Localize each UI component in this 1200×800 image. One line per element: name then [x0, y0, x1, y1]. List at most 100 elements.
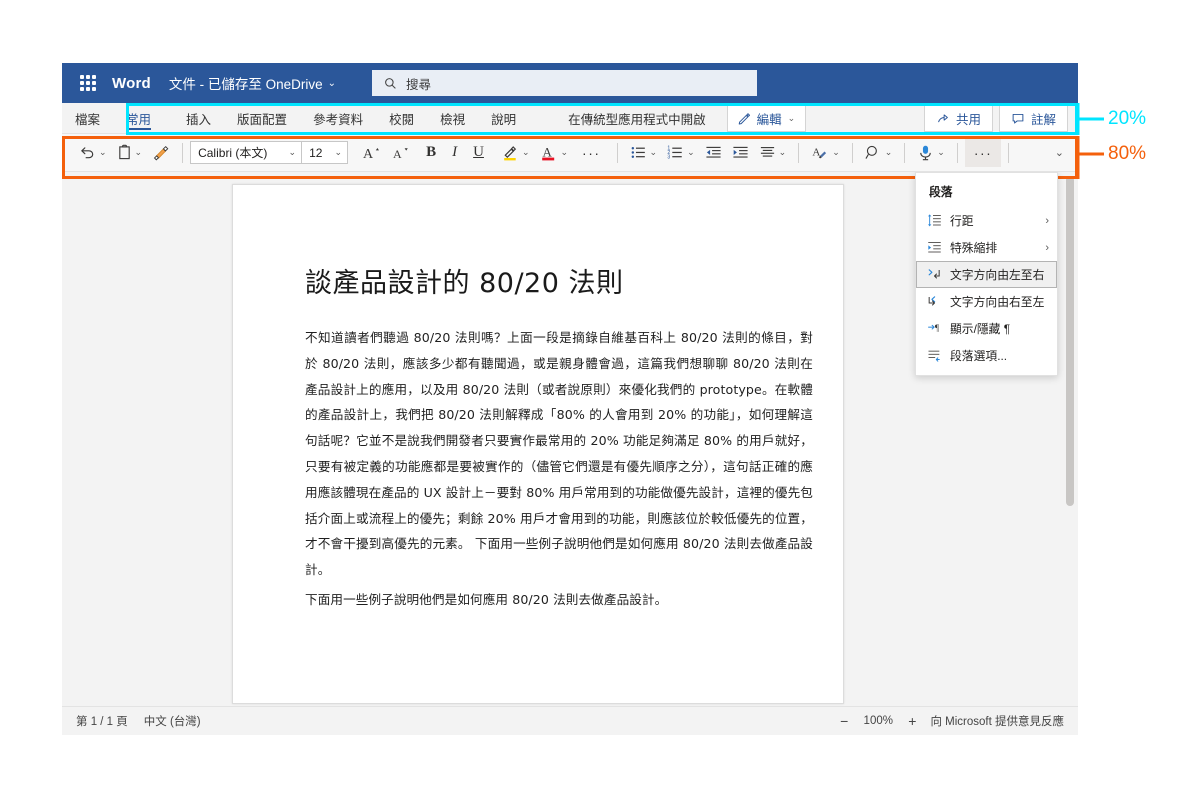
search-input[interactable]: 搜尋 [372, 70, 757, 96]
document-title[interactable]: 文件 - 已儲存至 OneDrive ⌄ [169, 73, 336, 93]
font-name-select[interactable]: Calibri (本文) ⌄ [190, 141, 303, 164]
toolbar-divider [956, 142, 958, 163]
tab-label: 版面配置 [237, 112, 288, 127]
menu-item-special-indent[interactable]: 特殊縮排 › [916, 234, 1057, 261]
tab-file[interactable]: 檔案 [62, 103, 113, 133]
language-indicator[interactable]: 中文 (台灣) [144, 713, 201, 729]
microphone-icon [920, 145, 932, 161]
toolbar-divider [851, 142, 853, 163]
increase-indent-button[interactable] [727, 139, 754, 167]
more-commands-button[interactable]: ··· [964, 138, 1002, 167]
styles-button[interactable]: A ⌄ [806, 139, 845, 167]
paste-button[interactable]: ⌄ [112, 139, 148, 167]
menu-item-rtl-text-direction[interactable]: 文字方向由右至左 [916, 288, 1057, 315]
tab-home[interactable]: 常用 [113, 103, 164, 133]
tab-label: 常用 [126, 112, 152, 127]
tab-spacer [164, 103, 173, 133]
menu-item-ltr-text-direction[interactable]: 文字方向由左至右 [916, 261, 1057, 288]
chevron-down-icon: ⌄ [787, 112, 796, 123]
annotation-label-80-percent: 80% [1108, 143, 1147, 164]
chevron-down-icon: ⌄ [937, 147, 945, 157]
page-count[interactable]: 第 1 / 1 頁 [76, 713, 128, 729]
status-left: 第 1 / 1 頁 中文 (台灣) [76, 713, 201, 729]
svg-text:A: A [542, 144, 552, 159]
share-button[interactable]: 共用 [923, 104, 993, 132]
flyout-title: 段落 [929, 185, 953, 199]
tab-label: 說明 [491, 112, 517, 127]
format-painter-button[interactable] [147, 139, 175, 167]
svg-text:3: 3 [667, 154, 670, 160]
document-canvas: 談產品設計的 80/20 法則 不知道讀者們聽過 80/20 法則嗎？上面一段是… [62, 172, 1078, 706]
shrink-font-icon: A [393, 147, 408, 161]
svg-text:A: A [393, 147, 402, 161]
word-web-window: Word 文件 - 已儲存至 OneDrive ⌄ 搜尋 檔案 常用 插入 版面… [62, 63, 1078, 735]
ellipsis-icon: ··· [973, 144, 993, 161]
editing-mode-button[interactable]: 編輯 ⌄ [726, 104, 807, 132]
tab-label: 插入 [186, 112, 212, 127]
document-paragraph-1: 不知道讀者們聽過 80/20 法則嗎？上面一段是摘錄自維基百科上 80/20 法… [305, 330, 813, 578]
line-spacing-icon [928, 214, 941, 227]
decrease-indent-button[interactable] [700, 139, 727, 167]
tab-insert[interactable]: 插入 [173, 103, 224, 133]
menu-item-label: 文字方向由右至左 [950, 295, 1045, 309]
ribbon-right-actions: 共用 註解 [923, 103, 1078, 133]
rtl-icon [928, 296, 936, 306]
zoom-level[interactable]: 100% [862, 715, 894, 727]
bullets-button[interactable]: ⌄ [625, 139, 663, 167]
shrink-font-button[interactable]: A [387, 139, 417, 167]
comments-button[interactable]: 註解 [998, 104, 1068, 132]
tab-help[interactable]: 說明 [478, 103, 529, 133]
app-launcher-icon[interactable] [80, 75, 96, 91]
underline-icon: U [473, 144, 484, 160]
numbering-button[interactable]: 1 2 3 ⌄ [662, 139, 700, 167]
alignment-button[interactable]: ⌄ [754, 139, 792, 167]
increase-indent-icon [733, 146, 748, 158]
ribbon-toolbar: ⌄ ⌄ Calibri (本文) ⌄ 12 ⌄ A A B I U ⌄ A ⌄ … [62, 134, 1078, 172]
document-page[interactable]: 談產品設計的 80/20 法則 不知道讀者們聽過 80/20 法則嗎？上面一段是… [232, 184, 844, 704]
zoom-in-button[interactable]: + [908, 714, 916, 728]
expand-ribbon-button[interactable]: ⌄ [1047, 139, 1072, 167]
text-highlight-button[interactable]: ⌄ [496, 139, 535, 167]
chevron-down-icon: ⌄ [649, 147, 658, 157]
tab-view[interactable]: 檢視 [427, 103, 478, 133]
pencil-icon [738, 112, 750, 125]
menu-item-paragraph-options[interactable]: 段落選項... [916, 342, 1057, 369]
chevron-down-icon: ⌄ [560, 147, 569, 157]
italic-button[interactable]: I [449, 139, 460, 167]
chevron-down-icon: ⌄ [327, 77, 337, 89]
chevron-down-icon: ⌄ [288, 147, 297, 157]
font-color-button[interactable]: A ⌄ [535, 139, 574, 167]
decrease-indent-icon [706, 146, 721, 158]
tab-label: 檢視 [440, 112, 466, 127]
grow-font-button[interactable]: A [357, 139, 387, 167]
font-size-value: 12 [309, 145, 323, 160]
menu-item-show-hide-marks[interactable]: ¶ 顯示/隱藏 ¶ [916, 315, 1057, 342]
tab-references[interactable]: 參考資料 [300, 103, 376, 133]
undo-button[interactable]: ⌄ [74, 139, 112, 167]
comment-icon [1012, 113, 1024, 124]
chevron-right-icon: › [1045, 214, 1049, 227]
menu-item-line-spacing[interactable]: 行距 › [916, 207, 1057, 234]
undo-icon [81, 147, 94, 159]
underline-button[interactable]: U [470, 139, 487, 167]
paragraph-options-icon [928, 350, 940, 362]
dictate-button[interactable]: ⌄ [912, 139, 950, 167]
find-button[interactable]: ⌄ [860, 139, 898, 167]
editing-mode-label: 編輯 [756, 112, 782, 127]
bold-button[interactable]: B [423, 139, 439, 167]
font-size-select[interactable]: 12 ⌄ [301, 141, 349, 164]
vertical-scrollbar[interactable] [1066, 176, 1074, 702]
feedback-link[interactable]: 向 Microsoft 提供意見反應 [930, 713, 1064, 729]
tab-layout[interactable]: 版面配置 [224, 103, 300, 133]
indent-icon [928, 242, 941, 253]
chevron-down-icon: ⌄ [687, 147, 695, 157]
open-in-desktop-app-button[interactable]: 在傳統型應用程式中開啟 [557, 103, 717, 133]
clipboard-icon [118, 144, 130, 160]
zoom-out-button[interactable]: − [840, 714, 848, 728]
tab-review[interactable]: 校閱 [376, 103, 427, 133]
paragraph-flyout-menu: 段落 行距 › 特殊縮排 › 文字方向由左至右 文字方向由右至左 ¶ 顯示/隱藏… [915, 172, 1058, 376]
scrollbar-thumb[interactable] [1066, 176, 1074, 506]
chevron-down-icon: ⌄ [521, 147, 530, 157]
more-font-options-button[interactable]: ··· [573, 139, 610, 167]
chevron-down-icon: ⌄ [1054, 147, 1064, 159]
